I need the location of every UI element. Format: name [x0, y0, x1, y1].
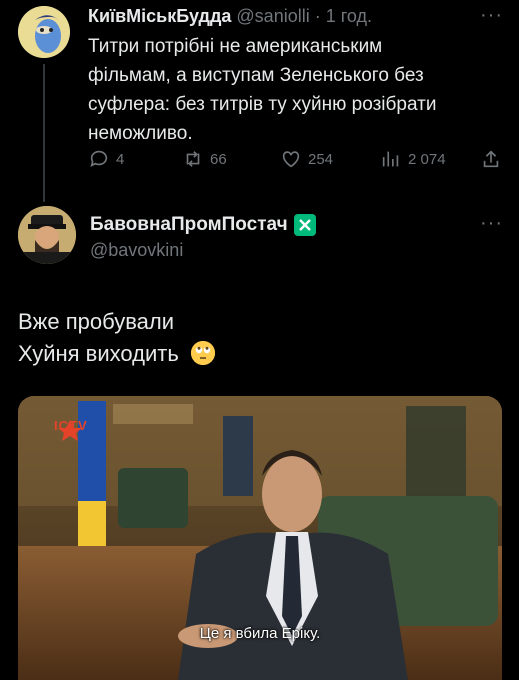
author-name[interactable]: КиївМіськБудда: [88, 6, 231, 26]
more-icon[interactable]: ···: [480, 212, 503, 235]
reply-button[interactable]: 4: [88, 148, 124, 170]
share-icon: [483, 150, 499, 168]
video-subtitle: Це я вбила Еріку.: [199, 625, 321, 642]
views-button[interactable]: 2 074: [380, 148, 446, 170]
text-line: Вже пробували: [18, 309, 175, 334]
tweet-1-actions: 4 66 254 2 074: [88, 148, 506, 172]
text-line: Хуйня виходить: [18, 341, 179, 366]
tweet-2-author[interactable]: БавовнаПромПостач: [90, 214, 316, 236]
retweet-count: 66: [210, 150, 227, 168]
avatar-image: [18, 206, 76, 264]
retweet-icon: [186, 151, 200, 167]
views-count: 2 074: [408, 150, 446, 168]
text-line: суфлера: без титрів ту хуйню розібрати: [88, 94, 437, 115]
channel-logo: ICTV: [54, 418, 88, 433]
views-icon: [382, 151, 399, 167]
reply-count: 4: [116, 150, 125, 168]
thread-connector-line: [43, 64, 45, 202]
text-line: фільмам, а виступам Зеленського без: [88, 65, 424, 86]
share-button[interactable]: [480, 148, 502, 170]
author-handle[interactable]: @bavovkini: [90, 240, 183, 261]
video-media[interactable]: ICTV Це я вбила Еріку.: [18, 396, 502, 680]
verified-badge-icon: [293, 214, 316, 236]
avatar[interactable]: [18, 6, 70, 58]
retweet-button[interactable]: 66: [182, 148, 227, 170]
tweet-2-text: Вже пробували Хуйня виходить: [18, 306, 215, 370]
more-icon[interactable]: ···: [480, 4, 503, 27]
tweet-1-header: КиївМіськБудда @saniolli · 1 год.: [88, 6, 372, 27]
like-icon: [282, 151, 300, 168]
like-count: 254: [308, 150, 334, 168]
author-handle-and-time[interactable]: @saniolli · 1 год.: [236, 6, 372, 26]
avatar-image: [18, 6, 70, 58]
eye-roll-emoji: [190, 341, 215, 365]
text-line-with-emoji: Хуйня виходить: [18, 338, 215, 370]
reply-icon: [90, 150, 108, 167]
author-name[interactable]: БавовнаПромПостач: [90, 214, 288, 236]
text-line: Титри потрібні не американським: [88, 36, 383, 57]
avatar[interactable]: [18, 206, 76, 264]
text-line: неможливо.: [88, 123, 193, 144]
tweet-1[interactable]: КиївМіськБудда @saniolli · 1 год. ··· Ти…: [0, 0, 519, 202]
tweet-1-text: Титри потрібні не американським фільмам,…: [88, 32, 503, 148]
like-button[interactable]: 254: [280, 148, 333, 170]
